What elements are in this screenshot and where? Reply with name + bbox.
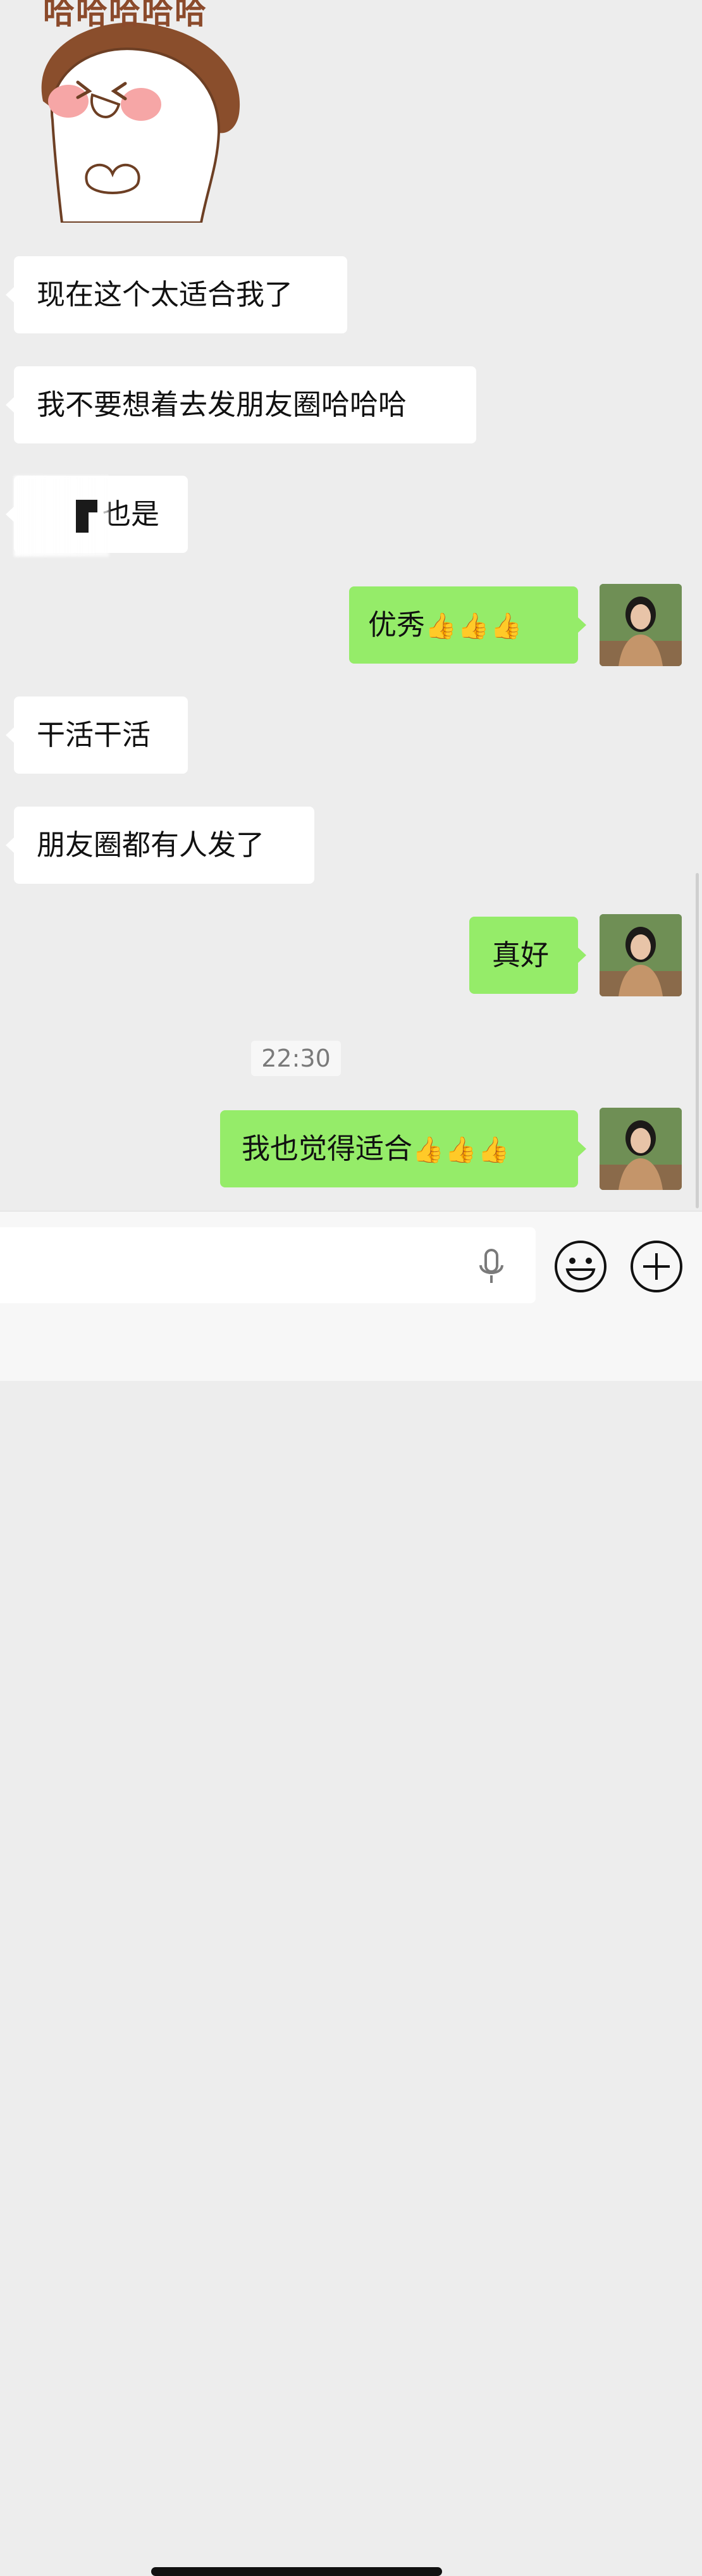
sticker-message[interactable]: 哈哈哈哈哈 [18,0,258,224]
message-text: 我不要想着去发朋友圈哈哈哈 [37,388,407,421]
redaction-pixel [76,500,97,512]
avatar-photo [600,914,682,996]
avatar[interactable] [600,1108,682,1190]
thumbs-up-emoji: 👍👍👍 [425,612,524,641]
avatar-photo [600,1108,682,1190]
message-text: 我也觉得适合 [242,1132,413,1165]
microphone-icon[interactable] [476,1248,507,1285]
avatar[interactable] [600,914,682,996]
message-bubble-incoming[interactable]: 朋友圈都有人发了 [6,807,314,884]
message-text: 真好 [492,938,550,972]
home-indicator [151,2567,442,2576]
message-text: 朋友圈都有人发了 [37,828,265,862]
message-bubble-incoming[interactable]: 现在这个太适合我了 [6,256,347,333]
redaction-blur [14,476,109,557]
laughing-face-sticker [41,22,240,224]
thumbs-up-emoji: 👍👍👍 [412,1136,511,1165]
input-bar [0,1211,702,2576]
message-bubble-outgoing[interactable]: 我也觉得适合👍👍👍 [220,1110,586,1187]
avatar-photo [600,584,682,666]
message-timestamp: 22:30 [251,1041,341,1076]
redaction-pixel [76,512,89,533]
plus-icon[interactable] [629,1239,684,1294]
message-bubble-outgoing[interactable]: 优秀👍👍👍 [349,586,586,664]
message-bubble-incoming[interactable]: 干活干活 [6,697,188,774]
message-text: 现在这个太适合我了 [37,278,293,311]
sticker-caption: 哈哈哈哈哈 [43,0,207,31]
message-text: 优秀 [368,608,426,641]
message-input[interactable] [0,1227,536,1303]
message-bubble-outgoing[interactable]: 真好 [469,917,586,994]
smiley-icon[interactable] [553,1239,608,1294]
scrollbar[interactable] [696,873,699,1208]
message-bubble-incoming[interactable]: 我不要想着去发朋友圈哈哈哈 [6,366,476,443]
message-text: 干活干活 [37,718,151,752]
avatar[interactable] [600,584,682,666]
chat-area[interactable]: 哈哈哈哈哈 现在这个太适合我了 我不要想着去发朋友圈哈哈哈 也是 优秀👍👍👍 干… [0,0,702,1211]
message-text: 也是 [102,497,160,531]
